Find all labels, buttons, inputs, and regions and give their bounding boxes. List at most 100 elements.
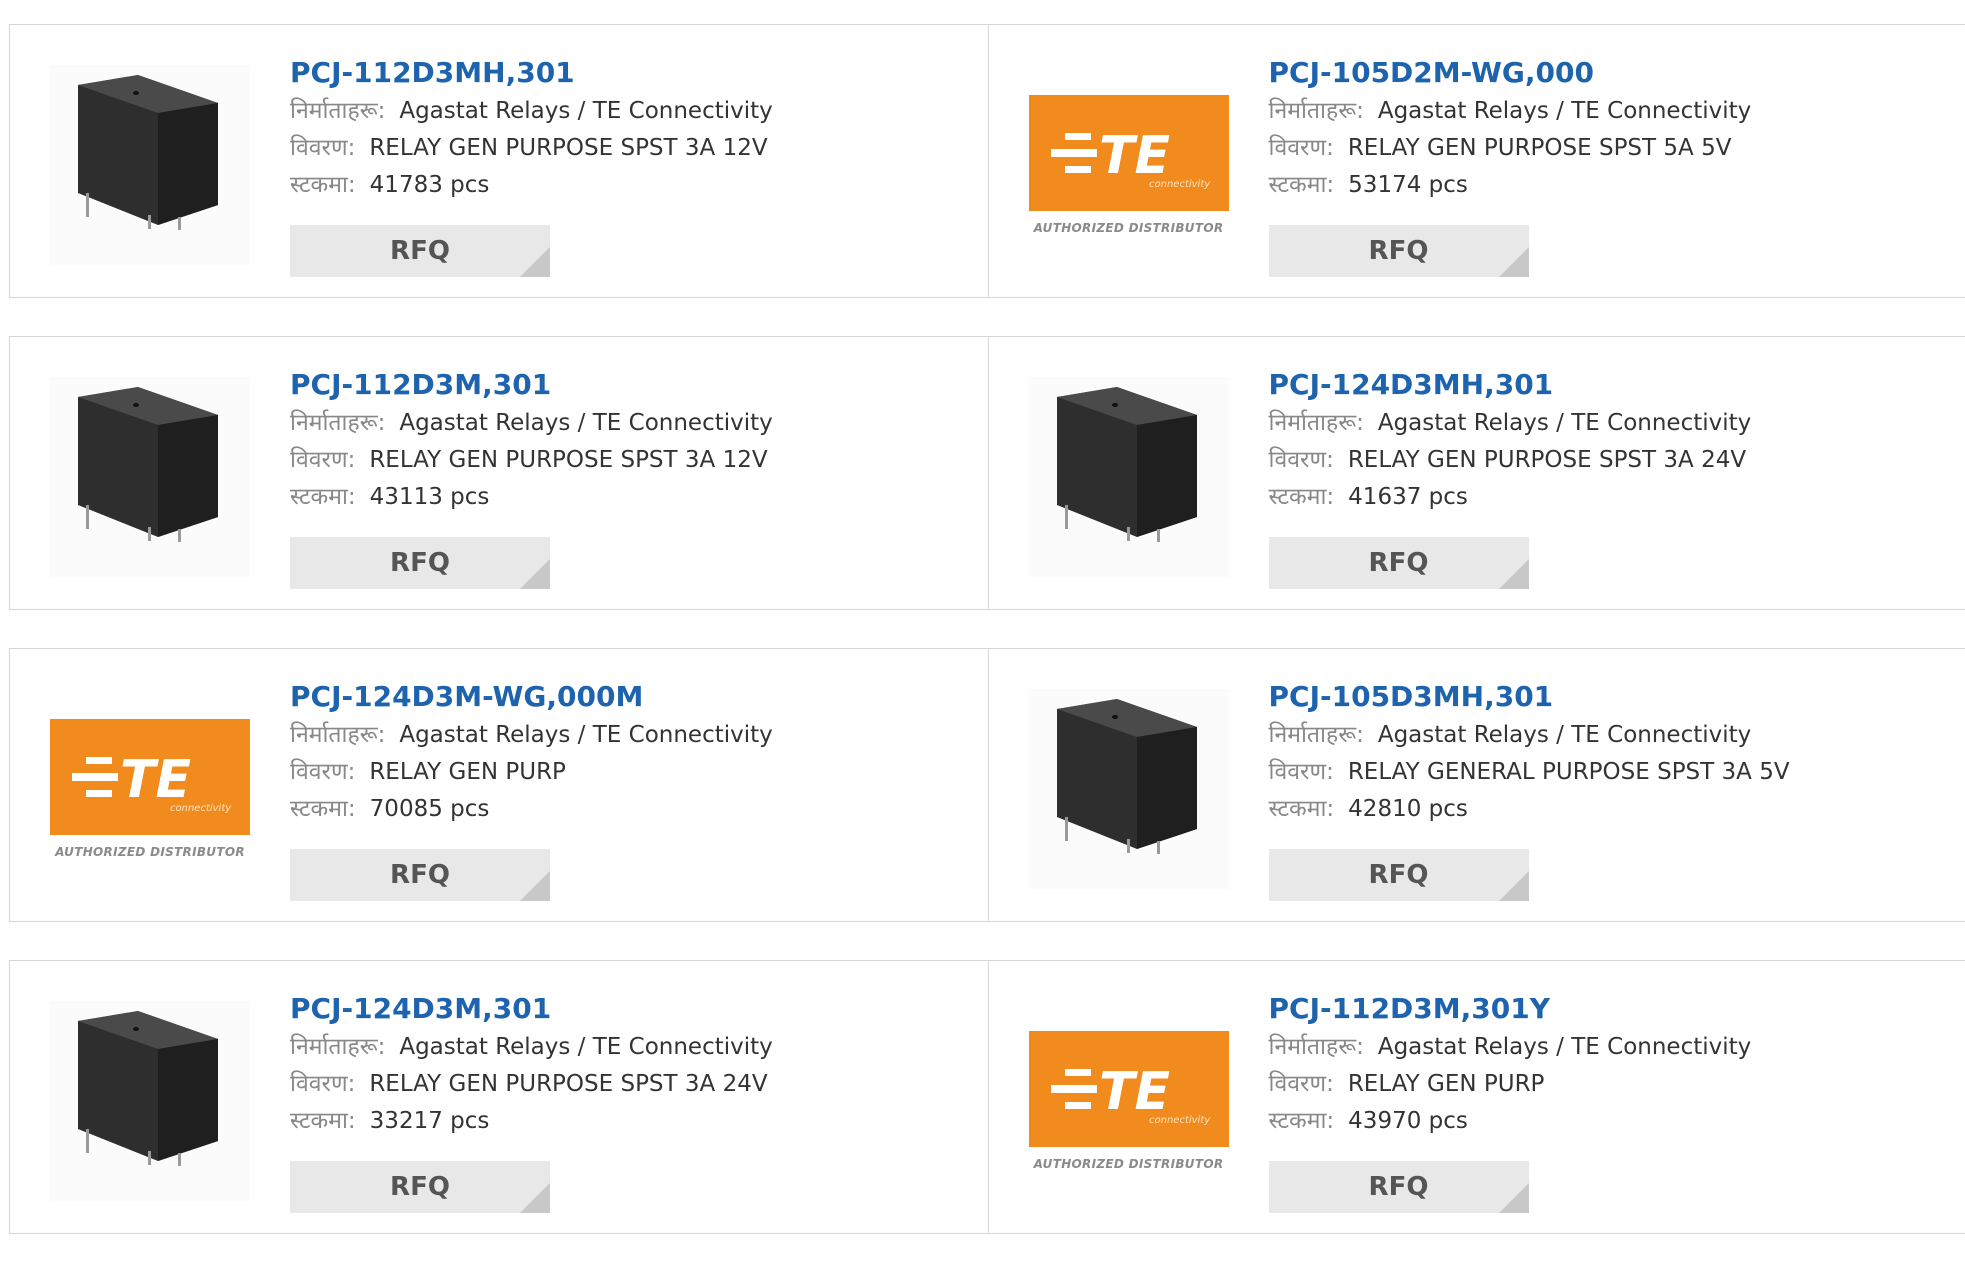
description-label: विवरण: <box>290 447 355 473</box>
product-row: PCJ-112D3M,301 निर्माताहरू: Agastat Relay… <box>9 336 1965 610</box>
product-info: PCJ-112D3M,301Y निर्माताहरू:Agastat Rela… <box>1269 989 1752 1140</box>
manufacturer-row: निर्माताहरू: Agastat Relays / TE Connecti… <box>290 93 773 130</box>
description-row: विवरण: RELAY GEN PURPOSE SPST 3A 12V <box>290 442 773 479</box>
description-row: विवरण: RELAY GEN PURPOSE SPST 3A 12V <box>290 130 773 167</box>
stock-row: स्टकमा: 41783 pcs <box>290 167 773 204</box>
stock-label: स्टकमा: <box>1269 484 1335 510</box>
manufacturer-value: Agastat Relays / TE Connectivity <box>1378 410 1751 436</box>
rfq-button-label: RFQ <box>1369 860 1429 890</box>
manufacturer-row: निर्माताहरू:Agastat Relays / TE Connecti… <box>1269 717 1790 754</box>
corner-fold-icon <box>1499 1183 1529 1213</box>
description-row: विवरण: RELAY GENERAL PURPOSE SPST 3A 5V <box>1269 754 1790 791</box>
product-row: PCJ-112D3MH,301 निर्माताहरू: Agastat Rela… <box>9 24 1965 298</box>
relay-icon <box>1057 387 1197 542</box>
manufacturer-row: निर्माताहरू: Agastat Relays / TE Connecti… <box>290 1029 773 1066</box>
description-label: विवरण: <box>1269 759 1334 785</box>
product-card: PCJ-124D3M,301 निर्माताहरू: Agastat Relay… <box>10 961 988 1233</box>
part-number-link[interactable]: PCJ-105D3MH,301 <box>1269 677 1790 717</box>
manufacturer-label: निर्माताहरू: <box>1269 410 1364 436</box>
description-row: विवरण:RELAY GEN PURP <box>290 754 773 791</box>
manufacturer-label: निर्माताहरू: <box>290 98 385 124</box>
description-value: RELAY GEN PURPOSE SPST 3A 12V <box>369 447 767 473</box>
description-value: RELAY GENERAL PURPOSE SPST 3A 5V <box>1348 759 1790 785</box>
part-number-link[interactable]: PCJ-105D2M-WG,000 <box>1269 53 1752 93</box>
part-number-link[interactable]: PCJ-112D3M,301 <box>290 365 773 405</box>
manufacturer-row: निर्माताहरू:Agastat Relays / TE Connecti… <box>290 717 773 754</box>
product-card: PCJ-112D3MH,301 निर्माताहरू: Agastat Rela… <box>10 25 988 297</box>
stock-value: 70085 pcs <box>370 796 490 822</box>
manufacturer-value: Agastat Relays / TE Connectivity <box>399 1034 772 1060</box>
te-brand-text: TE <box>1099 126 1170 186</box>
corner-fold-icon <box>1499 559 1529 589</box>
rfq-button[interactable]: RFQ <box>290 1161 550 1213</box>
manufacturer-value: Agastat Relays / TE Connectivity <box>399 410 772 436</box>
corner-fold-icon <box>1499 871 1529 901</box>
stock-label: स्टकमा: <box>1269 1108 1335 1134</box>
description-row: विवरण:RELAY GEN PURPOSE SPST 3A 24V <box>290 1066 773 1103</box>
rfq-button[interactable]: RFQ <box>290 225 550 277</box>
description-value: RELAY GEN PURPOSE SPST 3A 24V <box>1348 447 1746 473</box>
stock-row: स्टकमा:43113 pcs <box>290 479 773 516</box>
description-label: विवरण: <box>1269 1071 1334 1097</box>
product-card: TE connectivity AUTHORIZED DISTRIBUTOR P… <box>988 25 1965 297</box>
relay-image[interactable] <box>1029 377 1229 577</box>
manufacturer-value: Agastat Relays / TE Connectivity <box>399 98 772 124</box>
te-logo-image[interactable]: TE connectivity AUTHORIZED DISTRIBUTOR <box>1029 1001 1229 1201</box>
stock-row: स्टकमा:53174 pcs <box>1269 167 1752 204</box>
manufacturer-row: निर्माताहरू: Agastat Relays / TE Connecti… <box>1269 405 1752 442</box>
corner-fold-icon <box>520 559 550 589</box>
stock-value: 41783 pcs <box>370 172 490 198</box>
manufacturer-value: Agastat Relays / TE Connectivity <box>1378 722 1751 748</box>
stock-value: 42810 pcs <box>1348 796 1468 822</box>
rfq-button[interactable]: RFQ <box>1269 225 1529 277</box>
te-logo-image[interactable]: TE connectivity AUTHORIZED DISTRIBUTOR <box>50 689 250 889</box>
corner-fold-icon <box>520 871 550 901</box>
te-logo-image[interactable]: TE connectivity AUTHORIZED DISTRIBUTOR <box>1029 65 1229 265</box>
description-row: विवरण:RELAY GEN PURPOSE SPST 3A 24V <box>1269 442 1752 479</box>
corner-fold-icon <box>1499 247 1529 277</box>
stock-label: स्टकमा: <box>290 172 356 198</box>
stock-row: स्टकमा:70085 pcs <box>290 791 773 828</box>
stock-label: स्टकमा: <box>290 484 356 510</box>
manufacturer-label: निर्माताहरू: <box>290 1034 385 1060</box>
rfq-button[interactable]: RFQ <box>1269 537 1529 589</box>
product-card: TE connectivity AUTHORIZED DISTRIBUTOR P… <box>988 961 1965 1233</box>
product-card: PCJ-124D3MH,301 निर्माताहरू: Agastat Rela… <box>988 337 1965 609</box>
description-row: विवरण:RELAY GEN PURP <box>1269 1066 1752 1103</box>
manufacturer-value: Agastat Relays / TE Connectivity <box>1378 1034 1751 1060</box>
description-label: विवरण: <box>290 135 355 161</box>
stock-row: स्टकमा:42810 pcs <box>1269 791 1790 828</box>
stock-label: स्टकमा: <box>1269 172 1335 198</box>
manufacturer-row: निर्माताहरू:Agastat Relays / TE Connecti… <box>1269 1029 1752 1066</box>
relay-image[interactable] <box>50 377 250 577</box>
manufacturer-value: Agastat Relays / TE Connectivity <box>1378 98 1751 124</box>
rfq-button[interactable]: RFQ <box>290 849 550 901</box>
part-number-link[interactable]: PCJ-124D3M,301 <box>290 989 773 1029</box>
product-info: PCJ-112D3M,301 निर्माताहरू:Agastat Relay… <box>290 365 773 516</box>
part-number-link[interactable]: PCJ-124D3M-WG,000M <box>290 677 773 717</box>
relay-image[interactable] <box>1029 689 1229 889</box>
part-number-link[interactable]: PCJ-124D3MH,301 <box>1269 365 1752 405</box>
description-row: विवरण:RELAY GEN PURPOSE SPST 5A 5V <box>1269 130 1752 167</box>
relay-image[interactable] <box>50 65 250 265</box>
stock-value: 43970 pcs <box>1348 1108 1468 1134</box>
rfq-button-label: RFQ <box>390 860 450 890</box>
description-value: RELAY GEN PURPOSE SPST 5A 5V <box>1348 135 1732 161</box>
part-number-link[interactable]: PCJ-112D3M,301Y <box>1269 989 1752 1029</box>
manufacturer-label: निर्माताहरू: <box>290 722 385 748</box>
rfq-button[interactable]: RFQ <box>290 537 550 589</box>
rfq-button[interactable]: RFQ <box>1269 849 1529 901</box>
description-label: विवरण: <box>290 759 355 785</box>
description-value: RELAY GEN PURPOSE SPST 3A 24V <box>369 1071 767 1097</box>
product-info: PCJ-124D3M-WG,000M निर्माताहरू:Agastat R… <box>290 677 773 828</box>
description-value: RELAY GEN PURPOSE SPST 3A 12V <box>369 135 767 161</box>
te-logo-icon: TE connectivity <box>1029 95 1229 211</box>
part-number-link[interactable]: PCJ-112D3MH,301 <box>290 53 773 93</box>
te-brand-text: TE <box>120 750 191 810</box>
relay-icon <box>78 75 218 230</box>
relay-image[interactable] <box>50 1001 250 1201</box>
stock-row: स्टकमा: 43970 pcs <box>1269 1103 1752 1140</box>
authorized-distributor-label: AUTHORIZED DISTRIBUTOR <box>50 845 250 859</box>
rfq-button[interactable]: RFQ <box>1269 1161 1529 1213</box>
rfq-button-label: RFQ <box>1369 548 1429 578</box>
